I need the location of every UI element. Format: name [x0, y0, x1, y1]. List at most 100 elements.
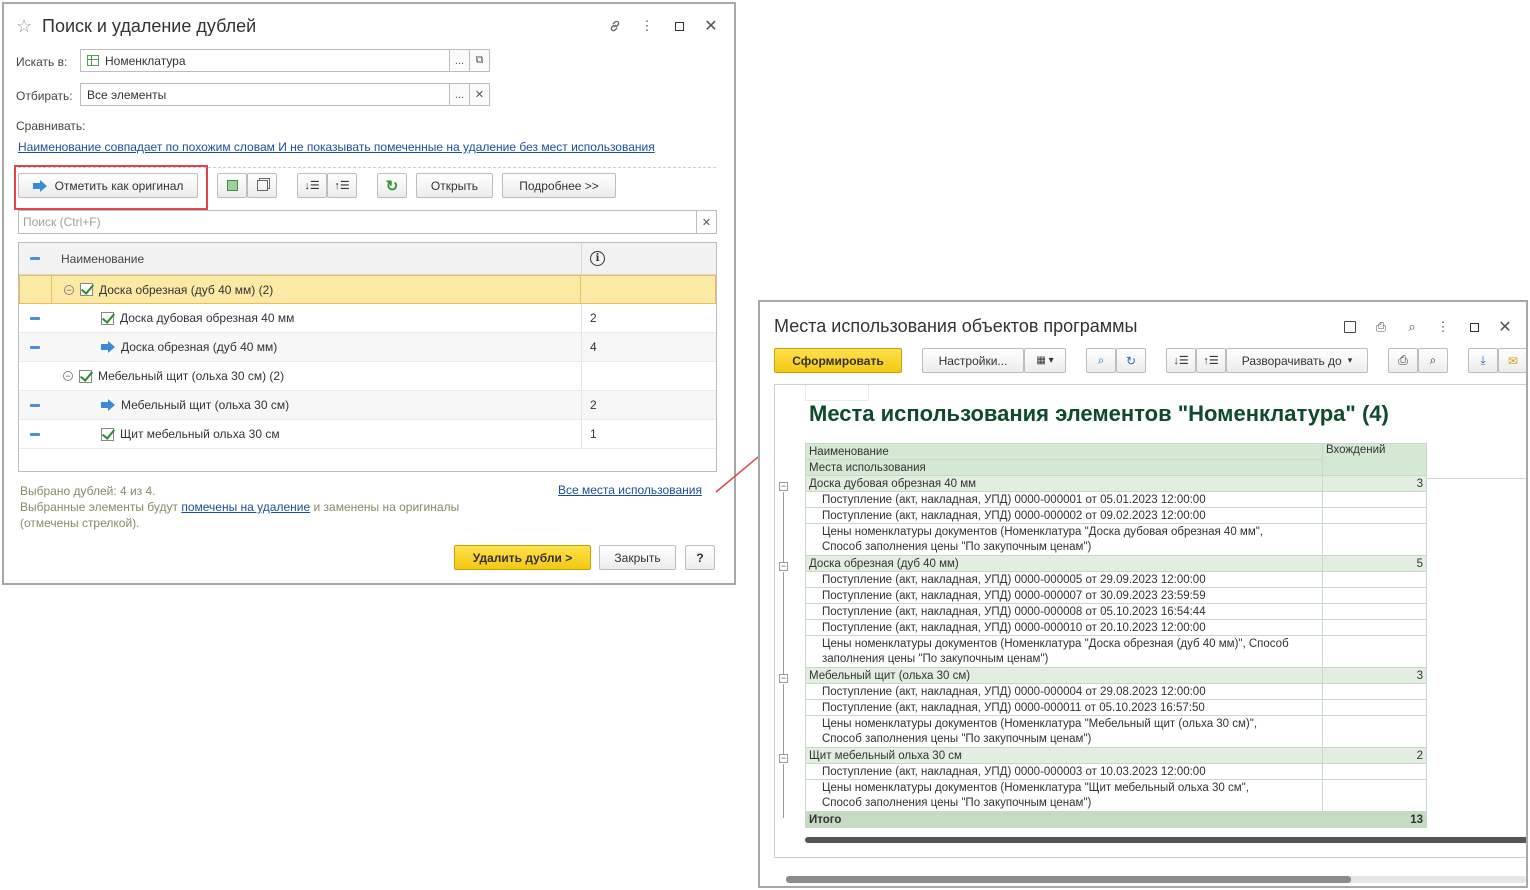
save-icon[interactable] — [1337, 317, 1363, 337]
report-item-row[interactable]: Поступление (акт, накладная, УПД) 0000-0… — [805, 571, 1427, 588]
report-item-row[interactable]: Поступление (акт, накладная, УПД) 0000-0… — [805, 683, 1427, 700]
collapse-icon[interactable]: − — [779, 482, 788, 491]
checkbox-checked-icon[interactable] — [79, 369, 92, 383]
report-item-row[interactable]: Поступление (акт, накладная, УПД) 0000-0… — [805, 699, 1427, 716]
report-total-row: Итого 13 — [805, 811, 1427, 828]
help-button[interactable]: ? — [685, 545, 715, 570]
report-item-row[interactable]: Поступление (акт, накладная, УПД) 0000-0… — [805, 763, 1427, 780]
check-all-button[interactable] — [217, 173, 247, 198]
tree-line — [783, 684, 791, 754]
maximize-icon[interactable] — [1461, 317, 1487, 337]
download-icon: ⤓ — [1480, 353, 1486, 367]
collapse-icon[interactable]: − — [63, 371, 73, 381]
dialog-title-bar: ☆ Поиск и удаление дублей — [16, 14, 256, 38]
horizontal-scrollbar[interactable] — [786, 876, 1526, 883]
download-button[interactable]: ⤓ — [1468, 348, 1498, 373]
print-button[interactable]: ⎙ — [1388, 348, 1418, 373]
report-group-row[interactable]: Щит мебельный ольха 30 см 2 — [805, 747, 1427, 764]
delete-duplicates-button[interactable]: Удалить дубли > — [454, 545, 591, 570]
filter-field[interactable]: Все элементы ... ✕ — [80, 83, 490, 106]
print-icon[interactable]: ⎙ — [1368, 317, 1394, 337]
col-name-header[interactable]: Наименование — [51, 252, 581, 266]
close-icon[interactable]: ✕ — [1492, 317, 1518, 337]
close-icon[interactable]: ✕ — [698, 16, 724, 36]
report-item-row[interactable]: Поступление (акт, накладная, УПД) 0000-0… — [805, 507, 1427, 524]
report-window-title: Места использования объектов программы — [774, 316, 1138, 336]
table-row[interactable]: Доска дубовая обрезная 40 мм 2 — [19, 304, 716, 333]
sort-asc-button[interactable]: ↓☰ — [297, 173, 327, 198]
report-item-row[interactable]: Поступление (акт, накладная, УПД) 0000-0… — [805, 603, 1427, 620]
open-catalog-button[interactable]: ⧉ — [469, 50, 489, 71]
search-in-field[interactable]: Номенклатура ... ⧉ — [80, 49, 490, 72]
header-places: Места использования — [805, 459, 1323, 476]
filter-clear-button[interactable]: ✕ — [469, 84, 489, 105]
checkbox-checked-icon[interactable] — [80, 283, 93, 296]
filter-select-button[interactable]: ... — [449, 84, 469, 105]
report-item-row[interactable]: Цены номенклатуры документов (Номенклату… — [805, 779, 1427, 812]
favorite-star-icon[interactable]: ☆ — [16, 16, 32, 37]
row-name: Доска обрезная (дуб 40 мм) (2) — [99, 282, 274, 297]
more-actions-icon[interactable]: ⋮ — [634, 16, 660, 36]
collapse-icon[interactable]: − — [779, 754, 788, 763]
preview-icon: ⌕ — [1429, 353, 1437, 367]
all-usage-places-link[interactable]: Все места использования — [558, 483, 702, 497]
minus-icon[interactable] — [30, 257, 40, 260]
marked-for-deletion-link[interactable]: помечены на удаление — [181, 500, 310, 514]
report-group-row[interactable]: Мебельный щит (ольха 30 см) 3 — [805, 667, 1427, 684]
select-button[interactable]: ... — [449, 50, 469, 71]
mark-original-button[interactable]: Отметить как оригинал — [18, 173, 198, 198]
report-group-row[interactable]: Доска дубовая обрезная 40 мм 3 — [805, 475, 1427, 492]
preview-button[interactable]: ⌕ — [1418, 348, 1448, 373]
settings-button[interactable]: Настройки... — [922, 348, 1024, 373]
collapse-icon[interactable]: − — [779, 674, 788, 683]
minus-icon — [30, 316, 40, 320]
report-item-row[interactable]: Поступление (акт, накладная, УПД) 0000-0… — [805, 491, 1427, 508]
collapse-icon[interactable]: − — [64, 284, 74, 295]
checkbox-checked-icon[interactable] — [101, 311, 114, 325]
report-item-row[interactable]: Поступление (акт, накладная, УПД) 0000-0… — [805, 587, 1427, 604]
report-item-row[interactable]: Цены номенклатуры документов (Номенклату… — [805, 715, 1427, 748]
variant-dropdown[interactable]: ▦ ▾ — [1024, 348, 1066, 373]
search-field[interactable]: Поиск (Ctrl+F) ✕ — [18, 210, 717, 234]
generate-button[interactable]: Сформировать — [774, 348, 902, 373]
search-icon: ⌕ — [1097, 353, 1105, 367]
open-button[interactable]: Открыть — [416, 173, 493, 198]
report-item-row[interactable]: Цены номенклатуры документов (Номенклату… — [805, 635, 1427, 668]
maximize-icon[interactable] — [666, 16, 692, 36]
row-name: Щит мебельный ольха 30 см — [120, 427, 280, 441]
table-row[interactable]: Мебельный щит (ольха 30 см) 2 — [19, 391, 716, 420]
report-group-row[interactable]: Доска обрезная (дуб 40 мм) 5 — [805, 555, 1427, 572]
link-icon[interactable] — [602, 16, 628, 36]
report-item-row[interactable]: Поступление (акт, накладная, УПД) 0000-0… — [805, 619, 1427, 636]
expand-to-dropdown[interactable]: Разворачивать до ▾ — [1226, 348, 1368, 373]
details-button[interactable]: Подробнее >> — [502, 173, 616, 198]
table-row[interactable]: Доска обрезная (дуб 40 мм) 4 — [19, 333, 716, 362]
report-item-row[interactable]: Цены номенклатуры документов (Номенклату… — [805, 523, 1427, 556]
preview-icon[interactable]: ⌕ — [1399, 317, 1425, 337]
table-row[interactable]: − Доска обрезная (дуб 40 мм) (2) — [19, 275, 716, 304]
row-name: Мебельный щит (ольха 30 см) (2) — [98, 369, 285, 383]
compare-criteria-link[interactable]: Наименование совпадает по похожим словам… — [18, 140, 655, 154]
email-button[interactable]: ✉ — [1498, 348, 1526, 373]
sort-asc-button[interactable]: ↓☰ — [1166, 348, 1196, 373]
report-area[interactable]: Места использования элементов "Номенклат… — [774, 384, 1526, 858]
sort-desc-button[interactable]: ↑☰ — [327, 173, 357, 198]
table-row[interactable]: Щит мебельный ольха 30 см 1 — [19, 420, 716, 449]
uncheck-all-button[interactable] — [247, 173, 277, 198]
scrollbar-thumb[interactable] — [786, 876, 1351, 883]
find-button[interactable]: ⌕ — [1086, 348, 1116, 373]
search-input[interactable]: Поиск (Ctrl+F) — [19, 215, 696, 229]
search-clear-button[interactable]: ✕ — [696, 211, 716, 233]
table-row[interactable]: − Мебельный щит (ольха 30 см) (2) — [19, 362, 716, 391]
report-inner-scrollbar[interactable] — [805, 837, 1526, 843]
close-button[interactable]: Закрыть — [599, 545, 676, 570]
check-all-icon — [226, 180, 238, 191]
sort-desc-button[interactable]: ↑☰ — [1196, 348, 1226, 373]
refresh-button[interactable]: ↻ — [377, 173, 407, 198]
find-next-button[interactable]: ↻ — [1116, 348, 1146, 373]
collapse-icon[interactable]: − — [779, 562, 788, 571]
checkbox-checked-icon[interactable] — [101, 427, 114, 441]
tree-line — [783, 492, 791, 562]
more-actions-icon[interactable]: ⋮ — [1430, 317, 1456, 337]
filter-value: Все элементы — [87, 87, 167, 102]
